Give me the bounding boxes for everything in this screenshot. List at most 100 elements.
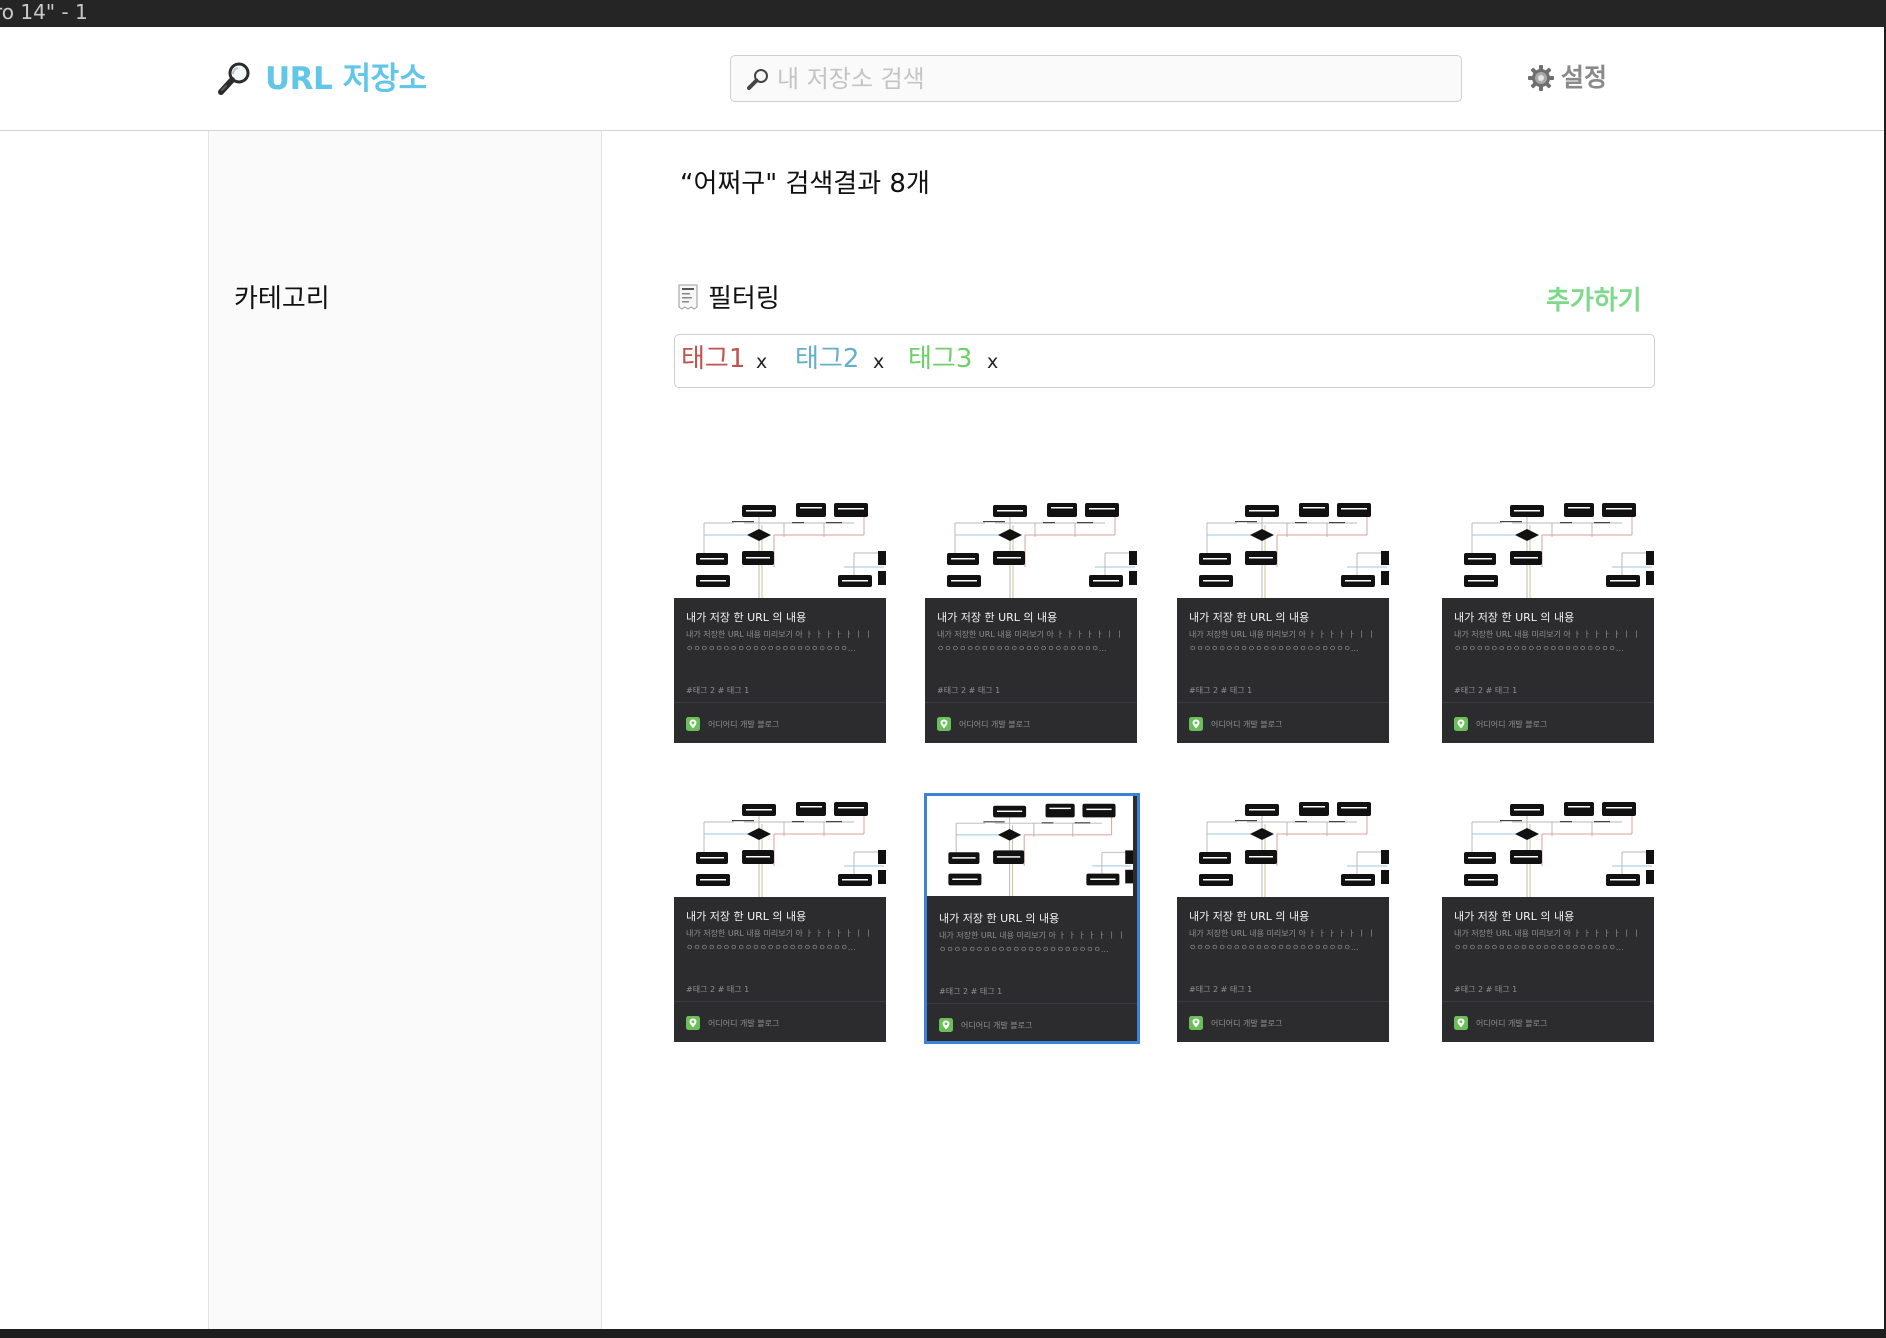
card-source-label: 어디어디 개발 블로그 (1211, 1018, 1283, 1028)
card-source[interactable]: 어디어디 개발 블로그 (1189, 1016, 1282, 1030)
tag-filter-box[interactable]: 태그1 x 태그2 x 태그3 x (674, 334, 1655, 388)
gear-icon (1528, 65, 1554, 91)
map-pin-icon (1454, 717, 1468, 731)
card-description: 내가 저장한 URL 내용 미리보기 아 ㅏ ㅏ ㅏ ㅏ ㅏ ㅣ ㅣ ㅇㅇㅇㅇㅇ… (939, 929, 1131, 957)
url-card[interactable]: 내가 저장 한 URL 의 내용 내가 저장한 URL 내용 미리보기 아 ㅏ … (1442, 794, 1654, 1042)
remove-tag-button[interactable]: x (756, 351, 767, 373)
url-card[interactable]: 내가 저장 한 URL 의 내용 내가 저장한 URL 내용 미리보기 아 ㅏ … (1177, 794, 1389, 1042)
header: URL 저장소 내 저장소 검색 설정 (0, 27, 1884, 131)
card-description: 내가 저장한 URL 내용 미리보기 아 ㅏ ㅏ ㅏ ㅏ ㅏ ㅣ ㅣ ㅇㅇㅇㅇㅇ… (686, 628, 878, 656)
sidebar: 카테고리 (208, 131, 602, 1329)
url-card[interactable]: 내가 저장 한 URL 의 내용 내가 저장한 URL 내용 미리보기 아 ㅏ … (1442, 495, 1654, 743)
card-source[interactable]: 어디어디 개발 블로그 (937, 717, 1030, 731)
search-box[interactable] (730, 55, 1462, 102)
url-card[interactable]: 내가 저장 한 URL 의 내용 내가 저장한 URL 내용 미리보기 아 ㅏ … (674, 794, 886, 1042)
card-description-line: 내가 저장한 URL 내용 미리보기 아 ㅏ ㅏ ㅏ ㅏ ㅏ ㅣ ㅣ (1189, 929, 1376, 938)
card-source-label: 어디어디 개발 블로그 (1476, 719, 1548, 729)
filter-header: 필터링 (678, 278, 780, 315)
card-source[interactable]: 어디어디 개발 블로그 (939, 1018, 1032, 1032)
url-card[interactable]: 내가 저장 한 URL 의 내용 내가 저장한 URL 내용 미리보기 아 ㅏ … (924, 793, 1140, 1044)
filter-label: 필터링 (708, 284, 780, 314)
remove-tag-button[interactable]: x (873, 351, 884, 373)
card-tags: #태그 2 # 태그 1 (937, 686, 1001, 695)
card-description-line: 내가 저장한 URL 내용 미리보기 아 ㅏ ㅏ ㅏ ㅏ ㅏ ㅣ ㅣ (1454, 630, 1641, 639)
card-description-line: 내가 저장한 URL 내용 미리보기 아 ㅏ ㅏ ㅏ ㅏ ㅏ ㅣ ㅣ (937, 630, 1124, 639)
card-title: 내가 저장 한 URL 의 내용 (939, 912, 1060, 925)
card-thumbnail (1442, 495, 1654, 598)
search-input[interactable] (777, 56, 1437, 101)
card-title: 내가 저장 한 URL 의 내용 (686, 611, 807, 624)
card-divider (1442, 702, 1654, 703)
card-description-line: 내가 저장한 URL 내용 미리보기 아 ㅏ ㅏ ㅏ ㅏ ㅏ ㅣ ㅣ (686, 630, 873, 639)
card-tags: #태그 2 # 태그 1 (686, 686, 750, 695)
card-title: 내가 저장 한 URL 의 내용 (1454, 910, 1575, 923)
card-source[interactable]: 어디어디 개발 블로그 (686, 717, 779, 731)
card-description: 내가 저장한 URL 내용 미리보기 아 ㅏ ㅏ ㅏ ㅏ ㅏ ㅣ ㅣ ㅇㅇㅇㅇㅇ… (1454, 628, 1646, 656)
sidebar-category-title: 카테고리 (234, 284, 330, 314)
card-tags: #태그 2 # 태그 1 (939, 987, 1003, 996)
card-tags: #태그 2 # 태그 1 (1454, 985, 1518, 994)
settings-button[interactable]: 설정 (1527, 63, 1607, 93)
card-thumbnail (1177, 495, 1389, 598)
map-pin-icon (686, 717, 700, 731)
card-thumbnail (674, 495, 886, 598)
card-description-line: ㅇㅇㅇㅇㅇㅇㅇㅇㅇㅇㅇㅇㅇㅇㅇㅇㅇㅇㅇㅇㅇㅇ... (1189, 943, 1359, 952)
card-thumbnail (1442, 794, 1654, 897)
card-description: 내가 저장한 URL 내용 미리보기 아 ㅏ ㅏ ㅏ ㅏ ㅏ ㅣ ㅣ ㅇㅇㅇㅇㅇ… (937, 628, 1129, 656)
card-title: 내가 저장 한 URL 의 내용 (1454, 611, 1575, 624)
card-title: 내가 저장 한 URL 의 내용 (1189, 611, 1310, 624)
card-thumbnail (674, 794, 886, 897)
filter-tag: 태그3 (908, 344, 973, 374)
card-source-label: 어디어디 개발 블로그 (708, 719, 780, 729)
add-button[interactable]: 추가하기 (1546, 280, 1642, 317)
card-divider (674, 1001, 886, 1002)
window-title: ro 14" - 1 (0, 0, 88, 24)
filter-tag: 태그1 (681, 344, 746, 374)
card-divider (1177, 1001, 1389, 1002)
card-source[interactable]: 어디어디 개발 블로그 (1454, 717, 1547, 731)
card-source[interactable]: 어디어디 개발 블로그 (686, 1016, 779, 1030)
card-source[interactable]: 어디어디 개발 블로그 (1454, 1016, 1547, 1030)
card-description-line: ㅇㅇㅇㅇㅇㅇㅇㅇㅇㅇㅇㅇㅇㅇㅇㅇㅇㅇㅇㅇㅇㅇ... (686, 943, 856, 952)
card-description-line: ㅇㅇㅇㅇㅇㅇㅇㅇㅇㅇㅇㅇㅇㅇㅇㅇㅇㅇㅇㅇㅇㅇ... (937, 644, 1107, 653)
url-card[interactable]: 내가 저장 한 URL 의 내용 내가 저장한 URL 내용 미리보기 아 ㅏ … (925, 495, 1137, 743)
url-card[interactable]: 내가 저장 한 URL 의 내용 내가 저장한 URL 내용 미리보기 아 ㅏ … (1177, 495, 1389, 743)
card-description-line: ㅇㅇㅇㅇㅇㅇㅇㅇㅇㅇㅇㅇㅇㅇㅇㅇㅇㅇㅇㅇㅇㅇ... (1454, 644, 1624, 653)
card-source-label: 어디어디 개발 블로그 (959, 719, 1031, 729)
card-description-line: ㅇㅇㅇㅇㅇㅇㅇㅇㅇㅇㅇㅇㅇㅇㅇㅇㅇㅇㅇㅇㅇㅇ... (1454, 943, 1624, 952)
card-description: 내가 저장한 URL 내용 미리보기 아 ㅏ ㅏ ㅏ ㅏ ㅏ ㅣ ㅣ ㅇㅇㅇㅇㅇ… (1189, 927, 1381, 955)
card-description: 내가 저장한 URL 내용 미리보기 아 ㅏ ㅏ ㅏ ㅏ ㅏ ㅣ ㅣ ㅇㅇㅇㅇㅇ… (686, 927, 878, 955)
card-title: 내가 저장 한 URL 의 내용 (1189, 910, 1310, 923)
receipt-icon (678, 284, 698, 310)
card-divider (1177, 702, 1389, 703)
settings-label: 설정 (1561, 63, 1608, 92)
card-tags: #태그 2 # 태그 1 (686, 985, 750, 994)
card-source-label: 어디어디 개발 블로그 (961, 1020, 1033, 1030)
brand-logo[interactable]: URL 저장소 (217, 61, 427, 97)
card-description: 내가 저장한 URL 내용 미리보기 아 ㅏ ㅏ ㅏ ㅏ ㅏ ㅣ ㅣ ㅇㅇㅇㅇㅇ… (1189, 628, 1381, 656)
brand-title: URL 저장소 (265, 61, 427, 97)
map-pin-icon (937, 717, 951, 731)
remove-tag-button[interactable]: x (987, 351, 998, 373)
card-source[interactable]: 어디어디 개발 블로그 (1189, 717, 1282, 731)
map-pin-icon (939, 1018, 953, 1032)
window-titlebar: ro 14" - 1 (0, 0, 1886, 27)
card-description-line: 내가 저장한 URL 내용 미리보기 아 ㅏ ㅏ ㅏ ㅏ ㅏ ㅣ ㅣ (1454, 929, 1641, 938)
card-thumbnail (927, 796, 1133, 896)
card-thumbnail (925, 495, 1137, 598)
card-description-line: ㅇㅇㅇㅇㅇㅇㅇㅇㅇㅇㅇㅇㅇㅇㅇㅇㅇㅇㅇㅇㅇㅇ... (939, 945, 1109, 954)
card-description-line: 내가 저장한 URL 내용 미리보기 아 ㅏ ㅏ ㅏ ㅏ ㅏ ㅣ ㅣ (1189, 630, 1376, 639)
filter-tag: 태그2 (795, 344, 860, 374)
card-description: 내가 저장한 URL 내용 미리보기 아 ㅏ ㅏ ㅏ ㅏ ㅏ ㅣ ㅣ ㅇㅇㅇㅇㅇ… (1454, 927, 1646, 955)
url-card[interactable]: 내가 저장 한 URL 의 내용 내가 저장한 URL 내용 미리보기 아 ㅏ … (674, 495, 886, 743)
card-divider (927, 1003, 1137, 1004)
card-divider (925, 702, 1137, 703)
card-description-line: 내가 저장한 URL 내용 미리보기 아 ㅏ ㅏ ㅏ ㅏ ㅏ ㅣ ㅣ (939, 931, 1126, 940)
search-result-title: “어쩌구" 검색결과 8개 (680, 169, 930, 199)
card-tags: #태그 2 # 태그 1 (1189, 985, 1253, 994)
card-title: 내가 저장 한 URL 의 내용 (686, 910, 807, 923)
card-thumbnail (1177, 794, 1389, 897)
card-title: 내가 저장 한 URL 의 내용 (937, 611, 1058, 624)
map-pin-icon (1189, 717, 1203, 731)
card-description-line: 내가 저장한 URL 내용 미리보기 아 ㅏ ㅏ ㅏ ㅏ ㅏ ㅣ ㅣ (686, 929, 873, 938)
